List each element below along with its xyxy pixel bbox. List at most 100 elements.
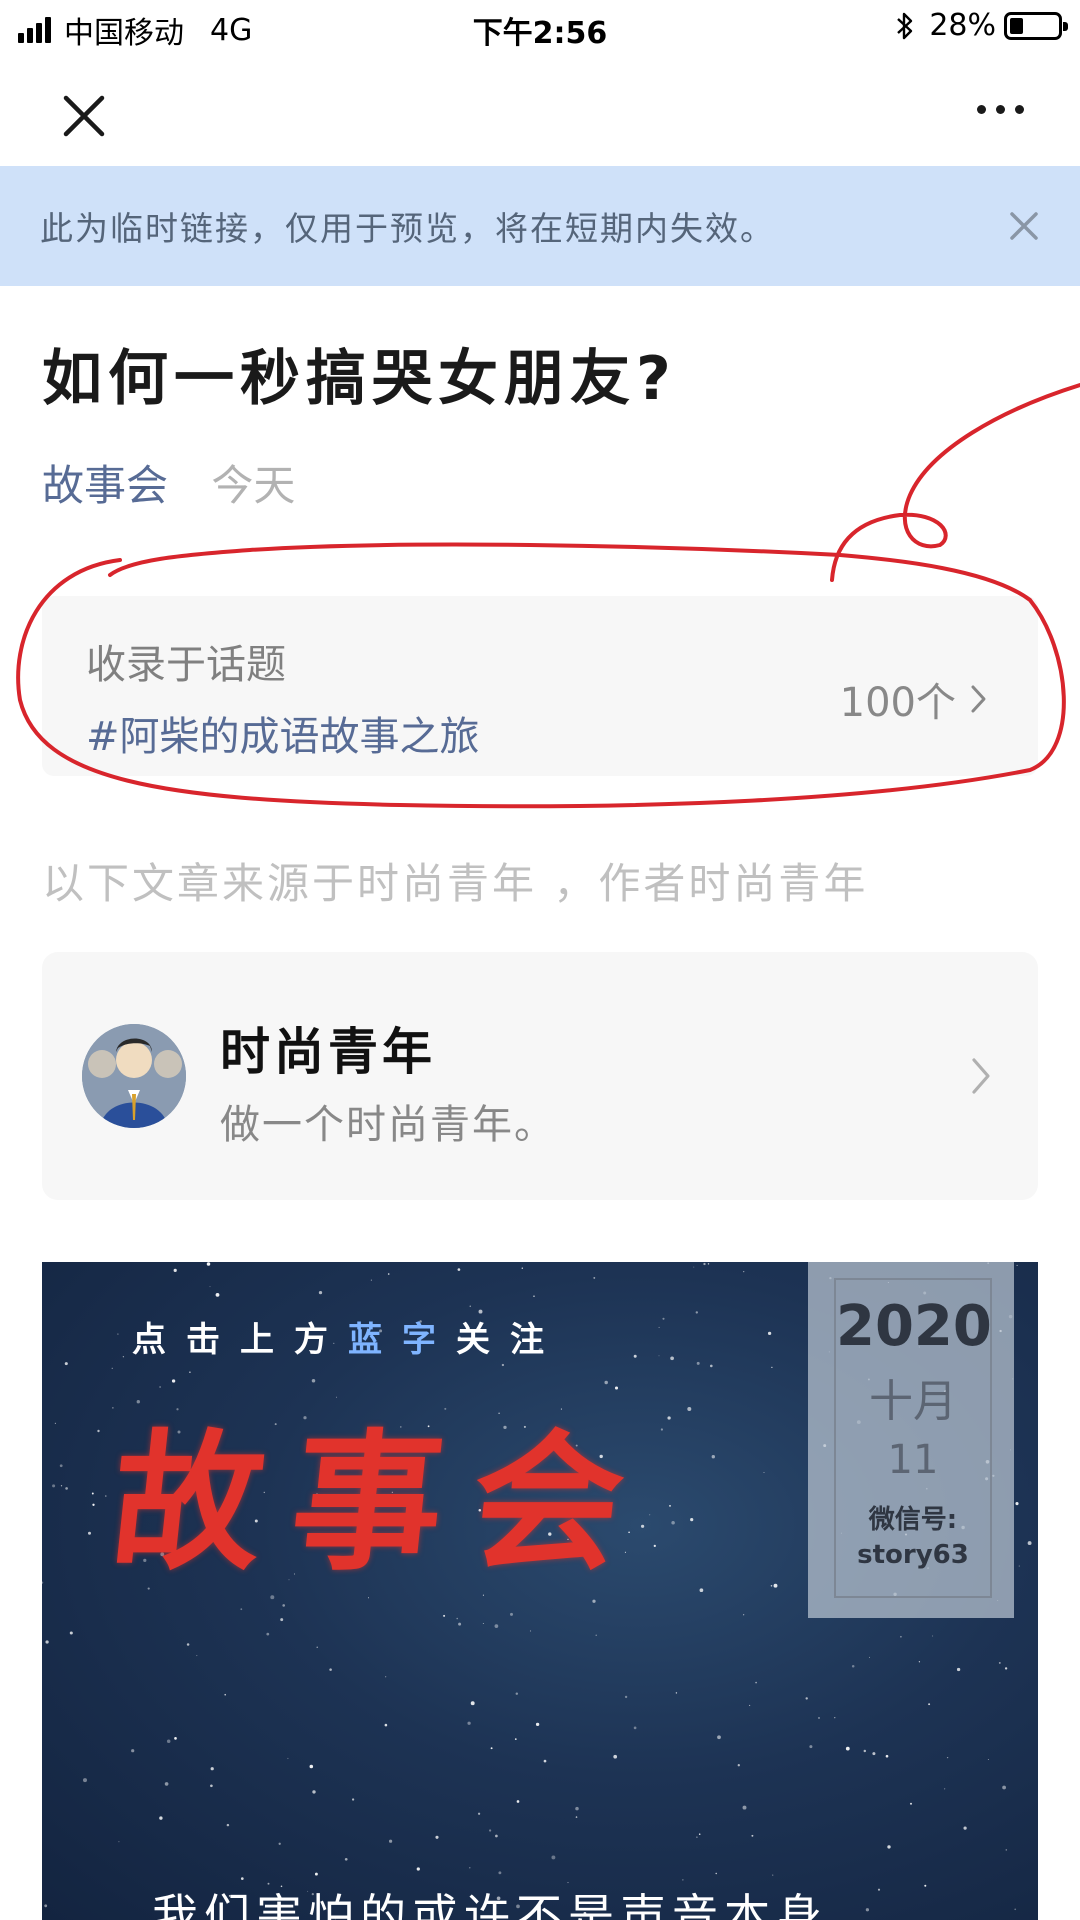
star [658,1355,660,1357]
star [91,1492,94,1495]
star [470,1701,475,1706]
star [469,1867,471,1869]
star [215,1293,220,1297]
star [595,1634,597,1636]
star [44,1904,48,1908]
star [159,1816,163,1820]
star [1015,1502,1019,1506]
star [818,1717,820,1719]
article-title: 如何一秒搞哭女朋友? [42,344,677,414]
chevron-right-icon [971,685,986,713]
star [97,1429,100,1433]
star [1005,1849,1008,1851]
account-card[interactable]: 时尚青年 做一个时尚青年。 [42,952,1038,1200]
star [687,1407,692,1411]
star [122,1356,125,1358]
star [488,1829,492,1832]
star [710,1364,713,1368]
star [186,1643,190,1646]
star [206,1262,211,1266]
star [845,1746,850,1751]
star [280,1618,284,1622]
star [711,1455,715,1459]
star [693,1266,695,1268]
star [918,1661,921,1663]
star [189,1371,191,1374]
star [92,1503,95,1506]
star [65,1487,68,1490]
star [344,1857,348,1861]
star [885,1754,889,1758]
star [64,1362,68,1366]
star [707,1263,710,1265]
star [457,1268,461,1271]
author-link[interactable]: 故事会 [42,461,168,510]
star [963,1826,967,1830]
star [696,1361,700,1365]
star [660,1428,664,1431]
avatar-illustration [82,1024,186,1128]
star [751,1834,754,1837]
star [309,1764,314,1769]
star [117,1333,119,1335]
star [675,1692,678,1694]
cover-caption: 我们害怕的或许不是声音本身 [152,1889,828,1920]
star [717,1735,721,1740]
star [351,1798,355,1801]
star [278,1842,281,1845]
account-avatar[interactable] [82,1024,186,1128]
topic-count[interactable]: 100个 [840,670,988,728]
star [469,1305,471,1307]
star [773,1583,778,1588]
star [658,1326,660,1328]
star [956,1667,961,1672]
star [633,1726,637,1730]
star [770,1585,773,1587]
topic-name[interactable]: #阿柴的成语故事之旅 [86,704,480,762]
star [1004,1667,1008,1670]
star [111,1367,113,1369]
article-meta: 故事会 今天 [42,452,295,513]
star [1027,1541,1032,1546]
wechat-id: story63 [857,1540,969,1570]
star [458,1622,462,1626]
star [88,1531,91,1535]
more-icon[interactable] [960,84,1040,134]
star [384,1723,388,1727]
star [909,1802,913,1805]
star [699,1588,704,1593]
star [314,1872,318,1876]
close-icon[interactable] [52,84,116,148]
star [872,1752,876,1756]
star [633,1354,637,1358]
star [266,1632,270,1636]
wechat-label: 微信号: [868,1505,958,1535]
star [944,1788,946,1790]
star [210,1767,214,1771]
star [112,1407,114,1409]
star [805,1697,808,1700]
star [210,1784,213,1788]
cover-date-box: 2020 十月 11 微信号: story63 [808,1262,1014,1618]
star [516,1800,520,1803]
star [624,1695,628,1699]
star [443,1614,446,1617]
status-bar: 中国移动 4G 下午2:56 28% [0,0,1080,54]
star [83,1778,87,1783]
star [690,1518,694,1522]
star [42,1581,44,1584]
star [737,1764,740,1767]
star [166,1739,171,1744]
star [164,1782,169,1786]
star [771,1366,773,1369]
star [282,1604,286,1607]
notice-close-icon[interactable] [1004,206,1044,246]
star [535,1722,540,1727]
star [924,1884,927,1887]
star [551,1855,556,1860]
star [809,1745,813,1749]
star [887,1845,891,1849]
star [456,1617,459,1620]
topic-card[interactable]: 收录于话题 #阿柴的成语故事之旅 100个 [42,596,1038,776]
star [287,1757,289,1760]
